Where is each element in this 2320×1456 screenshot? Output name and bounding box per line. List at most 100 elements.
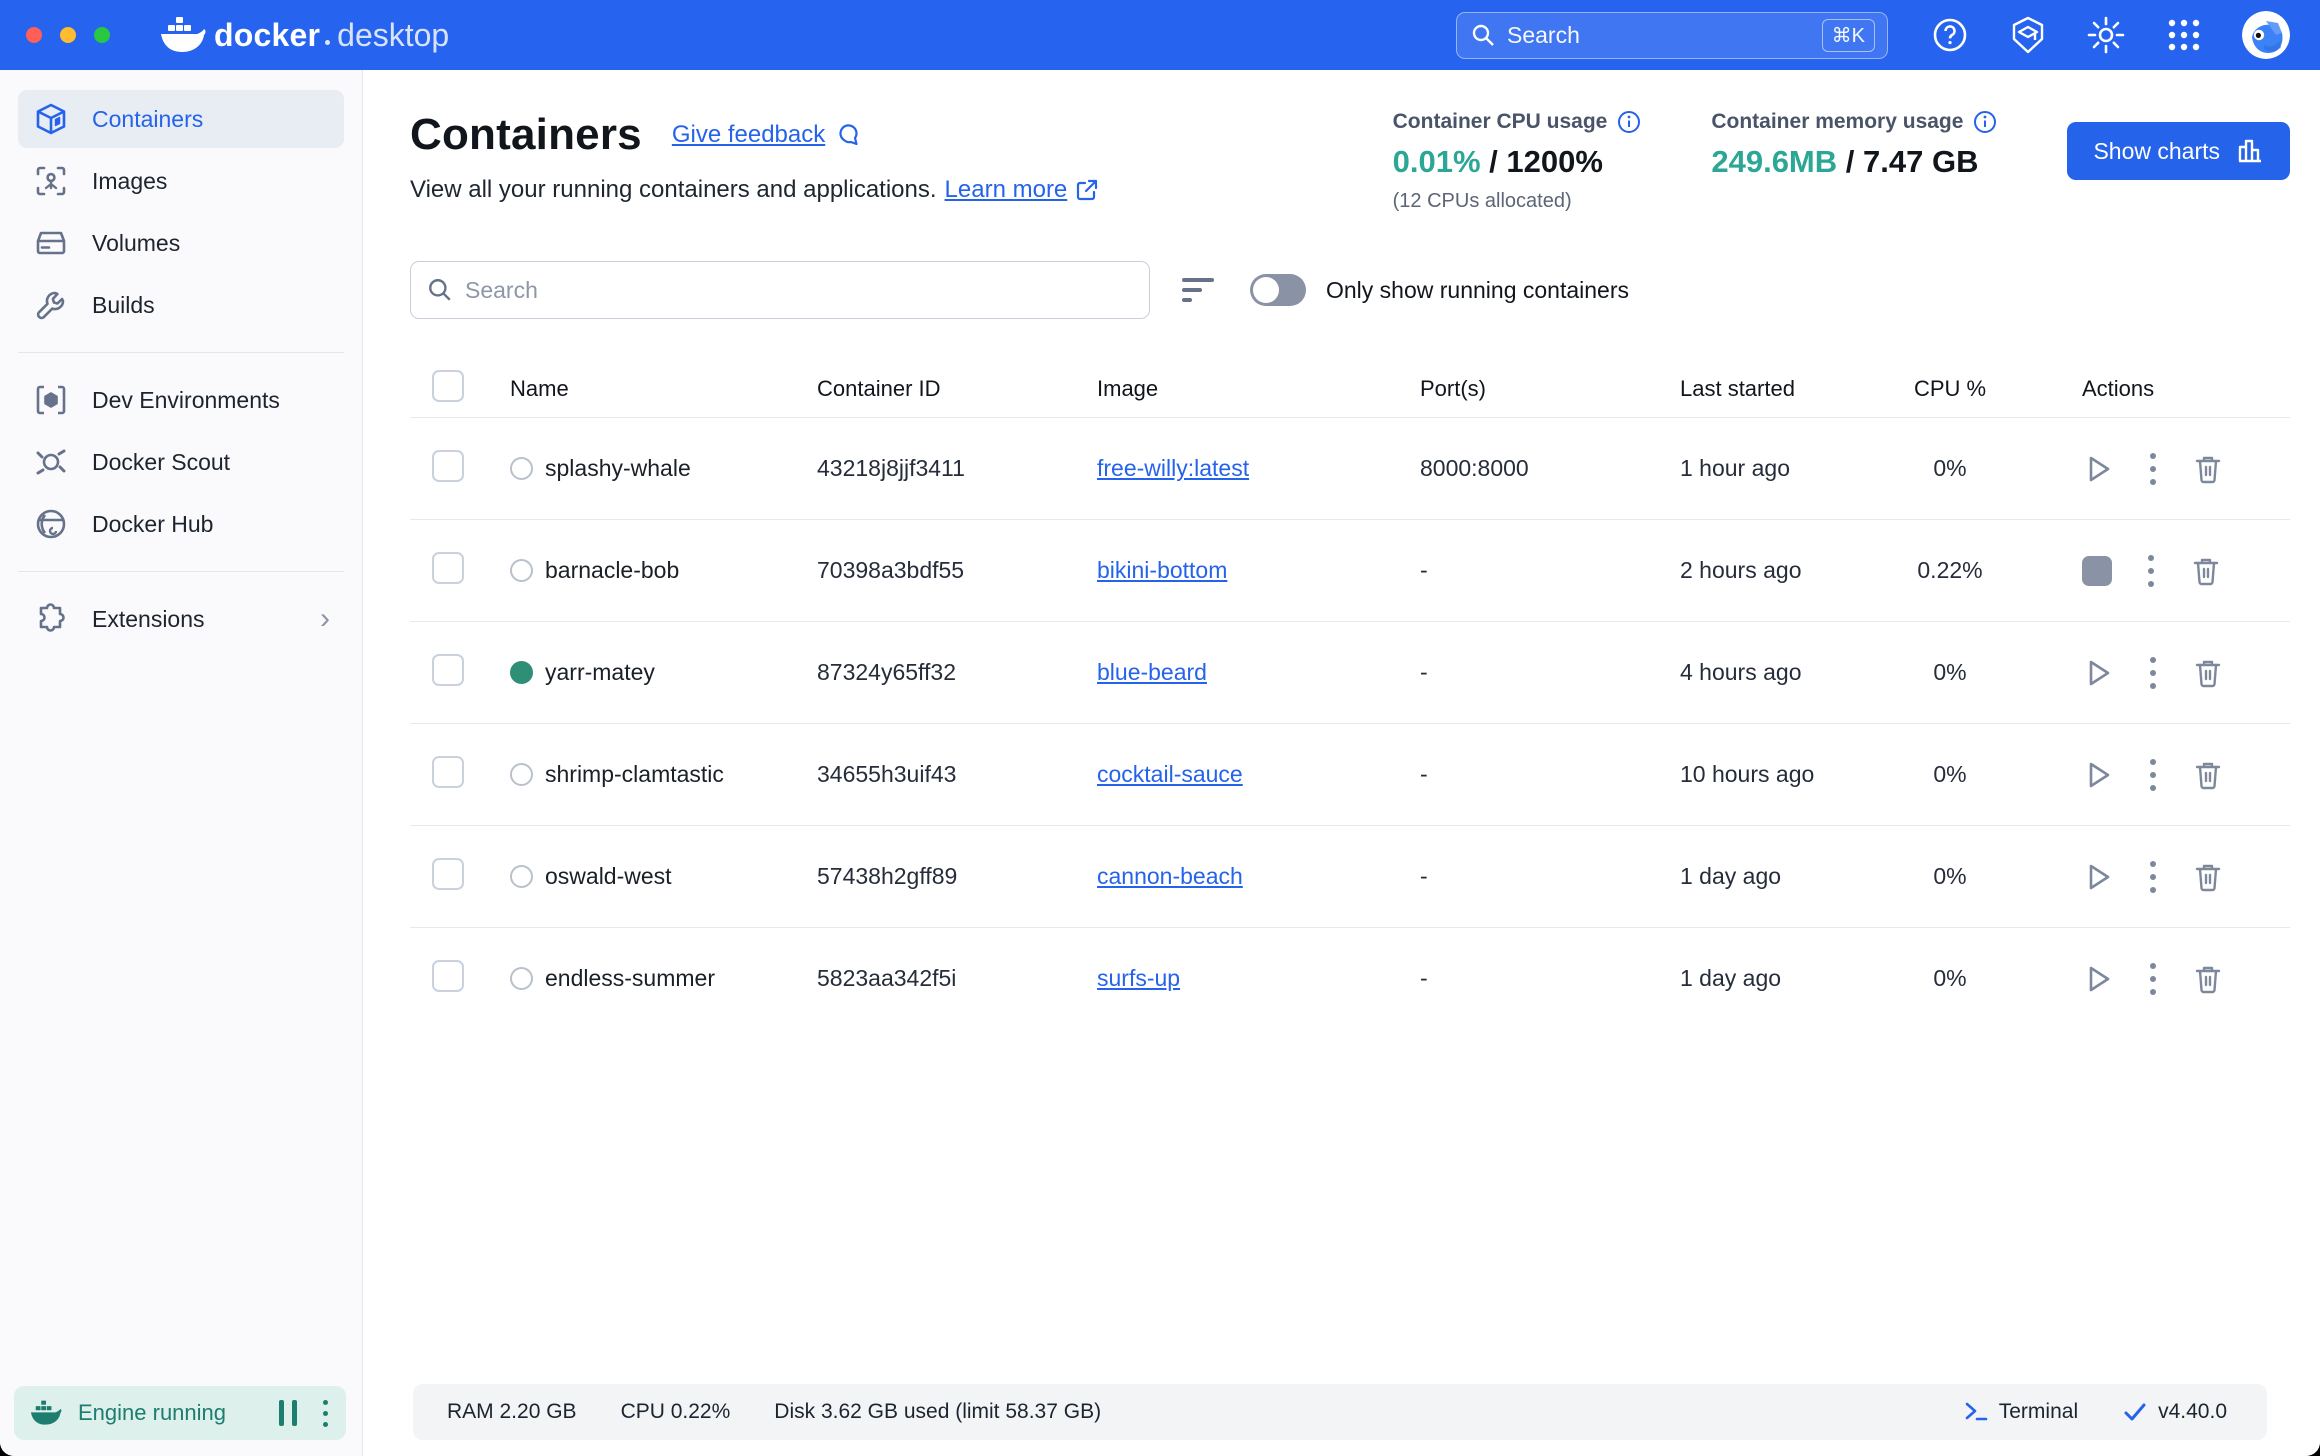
sidebar-item-docker-hub[interactable]: Docker Hub bbox=[18, 495, 344, 553]
ram-usage: RAM 2.20 GB bbox=[447, 1400, 577, 1424]
sidebar-item-extensions[interactable]: Extensions › bbox=[18, 590, 344, 648]
table-row[interactable]: shrimp-clamtastic 34655h3uif43 cocktail-… bbox=[410, 723, 2290, 825]
zoom-button[interactable] bbox=[94, 27, 110, 43]
sidebar-item-label: Images bbox=[92, 168, 167, 195]
kebab-icon bbox=[2148, 555, 2154, 587]
version-indicator[interactable]: v4.40.0 bbox=[2122, 1399, 2227, 1425]
extensions-puzzle-icon bbox=[34, 602, 68, 636]
table-row[interactable]: splashy-whale 43218j8jjf3411 free-willy:… bbox=[410, 417, 2290, 519]
dev-environments-icon bbox=[34, 383, 68, 417]
learn-more-link[interactable]: Learn more bbox=[945, 176, 1068, 204]
status-dot bbox=[510, 661, 533, 684]
learning-center-icon[interactable] bbox=[2008, 15, 2048, 55]
container-id: 5823aa342f5i bbox=[817, 965, 1097, 992]
container-ports: - bbox=[1420, 965, 1680, 992]
close-button[interactable] bbox=[26, 27, 42, 43]
column-image: Image bbox=[1097, 376, 1420, 402]
sidebar-item-volumes[interactable]: Volumes bbox=[18, 214, 344, 272]
primary-action-button[interactable] bbox=[2082, 861, 2114, 893]
memory-total: / 7.47 GB bbox=[1846, 144, 1979, 179]
row-menu-button[interactable] bbox=[2150, 759, 2156, 791]
image-link[interactable]: cocktail-sauce bbox=[1097, 761, 1243, 787]
primary-action-button[interactable] bbox=[2082, 556, 2112, 586]
delete-button[interactable] bbox=[2192, 963, 2224, 995]
page-title: Containers bbox=[410, 110, 642, 160]
sidebar-item-docker-scout[interactable]: Docker Scout bbox=[18, 433, 344, 491]
sidebar-item-dev-environments[interactable]: Dev Environments bbox=[18, 371, 344, 429]
delete-button[interactable] bbox=[2192, 657, 2224, 689]
container-search[interactable] bbox=[410, 261, 1150, 319]
delete-button[interactable] bbox=[2192, 861, 2224, 893]
table-row[interactable]: yarr-matey 87324y65ff32 blue-beard - 4 h… bbox=[410, 621, 2290, 723]
select-all-checkbox[interactable] bbox=[432, 370, 464, 402]
image-link[interactable]: free-willy:latest bbox=[1097, 455, 1249, 481]
sidebar-item-containers[interactable]: Containers bbox=[18, 90, 344, 148]
cpu-percent: 0% bbox=[1880, 455, 2020, 482]
container-name: endless-summer bbox=[545, 965, 715, 992]
chevron-right-icon: › bbox=[320, 602, 330, 636]
table-row[interactable]: barnacle-bob 70398a3bdf55 bikini-bottom … bbox=[410, 519, 2290, 621]
kebab-icon bbox=[2150, 453, 2156, 485]
minimize-button[interactable] bbox=[60, 27, 76, 43]
container-id: 70398a3bdf55 bbox=[817, 557, 1097, 584]
delete-button[interactable] bbox=[2192, 453, 2224, 485]
docker-desktop-window: docker desktop Search ⌘K bbox=[0, 0, 2320, 1456]
primary-action-button[interactable] bbox=[2082, 759, 2114, 791]
apps-grid-icon[interactable] bbox=[2164, 15, 2204, 55]
engine-status-pill[interactable]: Engine running bbox=[14, 1386, 346, 1440]
give-feedback-link[interactable]: Give feedback bbox=[672, 121, 863, 149]
delete-button[interactable] bbox=[2190, 555, 2222, 587]
table-row[interactable]: oswald-west 57438h2gff89 cannon-beach - … bbox=[410, 825, 2290, 927]
sidebar-item-label: Volumes bbox=[92, 230, 180, 257]
search-shortcut-badge: ⌘K bbox=[1822, 19, 1875, 52]
row-checkbox[interactable] bbox=[432, 450, 464, 482]
row-checkbox[interactable] bbox=[432, 756, 464, 788]
image-link[interactable]: bikini-bottom bbox=[1097, 557, 1227, 583]
cpu-note: (12 CPUs allocated) bbox=[1393, 190, 1642, 213]
row-checkbox[interactable] bbox=[432, 858, 464, 890]
sidebar-item-label: Docker Scout bbox=[92, 449, 230, 476]
info-icon[interactable] bbox=[1973, 110, 1997, 134]
delete-button[interactable] bbox=[2192, 759, 2224, 791]
image-link[interactable]: blue-beard bbox=[1097, 659, 1207, 685]
row-menu-button[interactable] bbox=[2150, 657, 2156, 689]
row-checkbox[interactable] bbox=[432, 960, 464, 992]
global-search[interactable]: Search ⌘K bbox=[1456, 12, 1888, 59]
memory-usage-stat: Container memory usage 249.6MB / 7.47 GB bbox=[1711, 110, 1997, 213]
settings-gear-icon[interactable] bbox=[2086, 15, 2126, 55]
sidebar-item-images[interactable]: Images bbox=[18, 152, 344, 210]
table-row[interactable]: endless-summer 5823aa342f5i surfs-up - 1… bbox=[410, 927, 2290, 1029]
topbar: docker desktop Search ⌘K bbox=[0, 0, 2320, 70]
traffic-lights bbox=[26, 27, 110, 43]
row-menu-button[interactable] bbox=[2150, 963, 2156, 995]
avatar[interactable] bbox=[2242, 11, 2290, 59]
row-menu-button[interactable] bbox=[2150, 453, 2156, 485]
primary-action-button[interactable] bbox=[2082, 963, 2114, 995]
show-charts-button[interactable]: Show charts bbox=[2067, 122, 2290, 180]
last-started: 1 day ago bbox=[1680, 965, 1880, 992]
primary-action-button[interactable] bbox=[2082, 453, 2114, 485]
trash-icon bbox=[2192, 759, 2224, 791]
row-checkbox[interactable] bbox=[432, 654, 464, 686]
engine-menu-icon[interactable] bbox=[323, 1400, 328, 1427]
status-dot bbox=[510, 967, 533, 990]
running-only-toggle[interactable] bbox=[1250, 274, 1306, 306]
filter-icon[interactable] bbox=[1182, 278, 1216, 302]
help-icon[interactable] bbox=[1930, 15, 1970, 55]
sidebar-item-label: Docker Hub bbox=[92, 511, 213, 538]
row-menu-button[interactable] bbox=[2148, 555, 2154, 587]
primary-action-button[interactable] bbox=[2082, 657, 2114, 689]
info-icon[interactable] bbox=[1617, 110, 1641, 134]
row-menu-button[interactable] bbox=[2150, 861, 2156, 893]
terminal-button[interactable]: Terminal bbox=[1963, 1399, 2078, 1425]
last-started: 1 day ago bbox=[1680, 863, 1880, 890]
container-search-input[interactable] bbox=[465, 277, 1133, 304]
image-link[interactable]: surfs-up bbox=[1097, 965, 1180, 991]
row-checkbox[interactable] bbox=[432, 552, 464, 584]
sidebar-item-builds[interactable]: Builds bbox=[18, 276, 344, 334]
trash-icon bbox=[2192, 861, 2224, 893]
sidebar-item-label: Extensions bbox=[92, 606, 205, 633]
container-name: splashy-whale bbox=[545, 455, 691, 482]
image-link[interactable]: cannon-beach bbox=[1097, 863, 1243, 889]
pause-engine-icon[interactable] bbox=[279, 1400, 297, 1426]
